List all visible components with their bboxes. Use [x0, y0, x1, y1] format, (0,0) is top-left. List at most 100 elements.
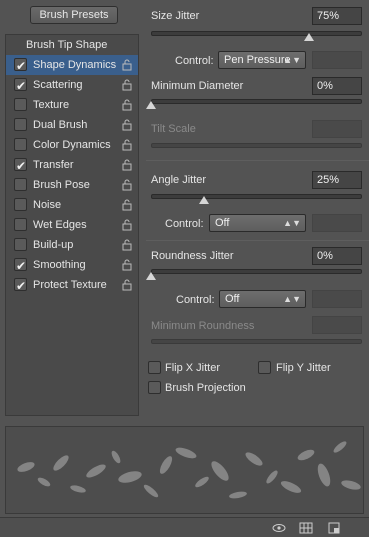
- lock-icon[interactable]: [122, 139, 132, 151]
- texture-checkbox[interactable]: [14, 98, 27, 111]
- smoothing-checkbox[interactable]: [14, 256, 27, 276]
- angle-control-label: Control:: [165, 218, 204, 230]
- roundness-jitter-thumb[interactable]: [146, 272, 156, 280]
- brush-presets-button[interactable]: Brush Presets: [30, 6, 118, 24]
- brush-projection-checkbox[interactable]: [148, 381, 161, 394]
- list-item-scattering[interactable]: Scattering: [6, 75, 138, 96]
- list-item-label: Wet Edges: [33, 219, 87, 231]
- section-divider: [146, 240, 369, 241]
- angle-jitter-thumb[interactable]: [198, 196, 209, 204]
- size-control-label: Control:: [175, 55, 214, 67]
- lock-icon[interactable]: [122, 219, 132, 231]
- grid-icon[interactable]: [299, 521, 313, 535]
- lock-icon[interactable]: [122, 239, 132, 251]
- lock-icon[interactable]: [122, 119, 132, 131]
- tilt-scale-input: [312, 120, 362, 138]
- angle-jitter-slider[interactable]: [151, 194, 362, 199]
- noise-checkbox[interactable]: [14, 198, 27, 211]
- roundness-jitter-input[interactable]: 0%: [312, 247, 362, 265]
- list-item-color-dynamics[interactable]: Color Dynamics: [6, 135, 138, 155]
- list-item-brush-pose[interactable]: Brush Pose: [6, 175, 138, 195]
- size-control-value: Pen Pressure: [224, 54, 291, 66]
- build-up-checkbox[interactable]: [14, 238, 27, 251]
- min-roundness-label: Minimum Roundness: [151, 320, 255, 332]
- lock-icon[interactable]: [122, 259, 132, 271]
- min-roundness-input: [312, 316, 362, 334]
- list-item-wet-edges[interactable]: Wet Edges: [6, 215, 138, 235]
- list-item-label: Texture: [33, 99, 70, 111]
- lock-icon[interactable]: [122, 199, 132, 211]
- angle-control-select[interactable]: Off ▲▼: [209, 214, 306, 232]
- min-diameter-thumb[interactable]: [146, 101, 156, 109]
- list-item-smoothing[interactable]: Smoothing: [6, 255, 138, 276]
- list-item-label: Noise: [33, 199, 62, 211]
- updown-arrow-icon: ▲▼: [283, 294, 301, 304]
- size-jitter-input[interactable]: 75%: [312, 7, 362, 25]
- size-jitter-label: Size Jitter: [151, 10, 200, 22]
- wet-edges-checkbox[interactable]: [14, 218, 27, 231]
- roundness-control-extra-field: [312, 290, 362, 308]
- flip-y-checkbox[interactable]: [258, 361, 271, 374]
- lock-icon[interactable]: [122, 59, 132, 71]
- shape-dynamics-checkbox[interactable]: [14, 56, 27, 76]
- eye-toggle-icon[interactable]: [272, 521, 286, 535]
- list-item-protect-texture[interactable]: Protect Texture: [6, 275, 138, 296]
- min-diameter-slider[interactable]: [151, 99, 362, 104]
- lock-icon[interactable]: [122, 159, 132, 171]
- list-item-label: Brush Pose: [33, 179, 90, 191]
- lock-icon[interactable]: [122, 79, 132, 91]
- size-control-select[interactable]: Pen Pressure ▲▼: [218, 51, 306, 69]
- brush-stroke-preview-image: [17, 441, 361, 499]
- updown-arrow-icon: ▲▼: [283, 218, 301, 228]
- list-item-label: Scattering: [33, 79, 83, 91]
- list-item-texture[interactable]: Texture: [6, 95, 138, 115]
- flip-x-label: Flip X Jitter: [165, 362, 221, 374]
- min-roundness-slider: [151, 339, 362, 344]
- list-item-label: Color Dynamics: [33, 139, 111, 151]
- list-item-label: Smoothing: [33, 259, 86, 271]
- flip-y-label: Flip Y Jitter: [276, 362, 331, 374]
- brush-stroke-preview: [5, 426, 364, 514]
- min-diameter-input[interactable]: 0%: [312, 77, 362, 95]
- angle-control-extra-field: [312, 214, 362, 232]
- list-item-transfer[interactable]: Transfer: [6, 155, 138, 176]
- angle-jitter-input[interactable]: 25%: [312, 171, 362, 189]
- color-dynamics-checkbox[interactable]: [14, 138, 27, 151]
- size-jitter-thumb[interactable]: [304, 33, 315, 41]
- lock-icon[interactable]: [122, 179, 132, 191]
- updown-arrow-icon: ▲▼: [283, 55, 301, 65]
- list-item-shape-dynamics[interactable]: Shape Dynamics: [6, 55, 138, 76]
- list-item-label: Transfer: [33, 159, 74, 171]
- brush-tip-shape-item[interactable]: Brush Tip Shape: [6, 35, 138, 55]
- tilt-scale-slider: [151, 143, 362, 148]
- lock-icon[interactable]: [122, 279, 132, 291]
- new-preset-icon[interactable]: [327, 521, 341, 535]
- roundness-control-select[interactable]: Off ▲▼: [219, 290, 306, 308]
- size-jitter-slider[interactable]: [151, 31, 362, 36]
- brush-projection-label: Brush Projection: [165, 382, 246, 394]
- protect-texture-checkbox[interactable]: [14, 276, 27, 296]
- list-item-label: Dual Brush: [33, 119, 88, 131]
- transfer-checkbox[interactable]: [14, 156, 27, 176]
- angle-jitter-label: Angle Jitter: [151, 174, 207, 186]
- dual-brush-checkbox[interactable]: [14, 118, 27, 131]
- size-control-extra-field: [312, 51, 362, 69]
- brush-pose-checkbox[interactable]: [14, 178, 27, 191]
- scattering-checkbox[interactable]: [14, 76, 27, 96]
- flip-x-checkbox[interactable]: [148, 361, 161, 374]
- list-item-label: Protect Texture: [33, 279, 107, 291]
- section-divider: [146, 160, 369, 161]
- lock-icon[interactable]: [122, 99, 132, 111]
- roundness-jitter-label: Roundness Jitter: [151, 250, 234, 262]
- angle-control-value: Off: [215, 217, 230, 229]
- list-item-dual-brush[interactable]: Dual Brush: [6, 115, 138, 135]
- roundness-control-value: Off: [225, 293, 240, 305]
- roundness-jitter-slider[interactable]: [151, 269, 362, 274]
- brush-panel: Brush Presets Brush Tip Shape Shape Dyna…: [0, 0, 369, 537]
- list-item-build-up[interactable]: Build-up: [6, 235, 138, 255]
- tilt-scale-label: Tilt Scale: [151, 123, 196, 135]
- list-item-noise[interactable]: Noise: [6, 195, 138, 215]
- list-item-label: Build-up: [33, 239, 74, 251]
- brush-options-list: Brush Tip Shape Shape Dynamics Scatterin…: [5, 34, 139, 416]
- panel-footer: [0, 517, 369, 537]
